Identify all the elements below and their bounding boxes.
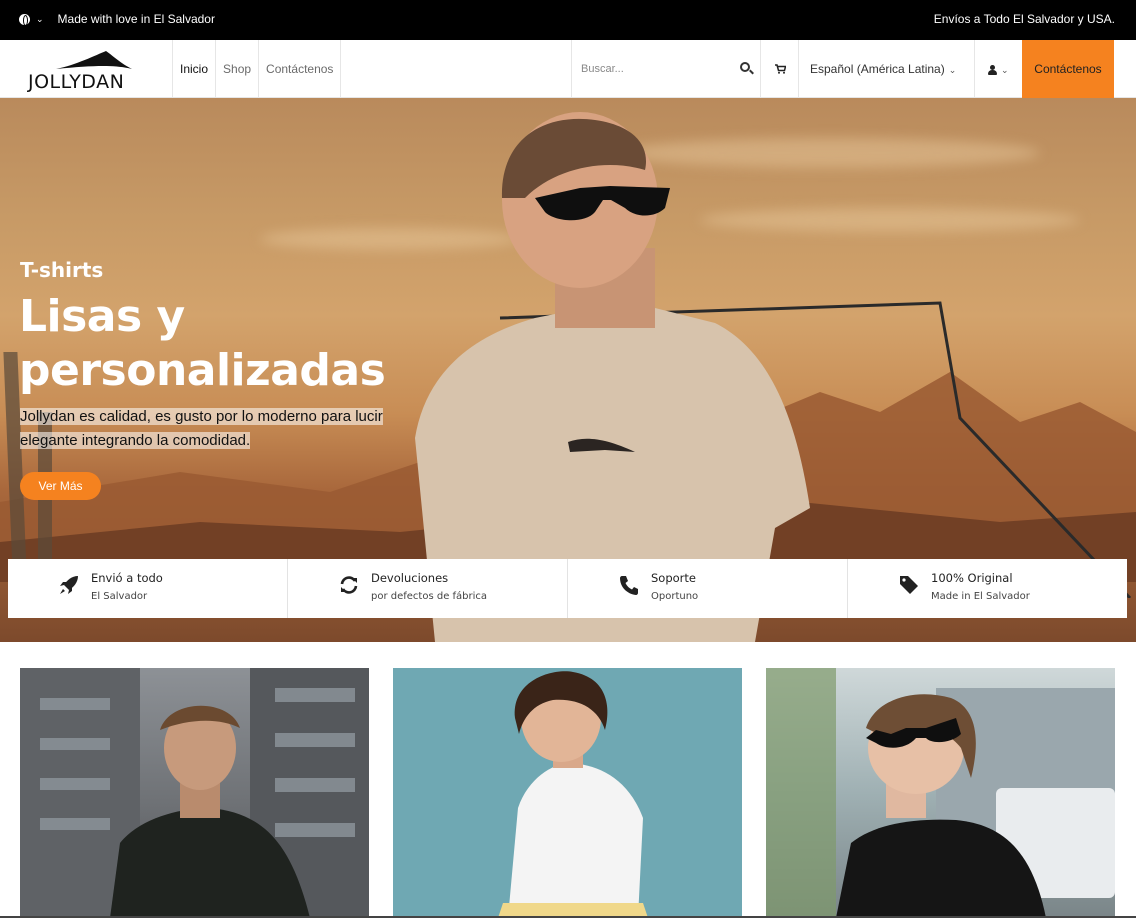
made-with-love-text: Made with love in El Salvador [57,12,215,26]
hero-title-line-2: personalizadas [19,345,386,396]
feature-title: Envió a todo [91,571,163,585]
feature-subtitle: Made in El Salvador [931,591,1030,602]
feature-title: 100% Original [931,571,1013,585]
brand-logo[interactable]: JOLLYDAN [28,51,148,93]
category-card-men[interactable] [20,668,369,918]
hero-description-line-1: Jollydan es calidad, es gusto por lo mod… [20,408,383,425]
chevron-down-icon: ⌄ [36,13,44,24]
cart-button[interactable] [761,40,799,98]
language-selector[interactable]: Español (América Latina) ⌄ [799,40,975,98]
search-box [571,40,761,98]
nav-link-contactenos[interactable]: Contáctenos [258,40,342,98]
category-card-women[interactable] [766,668,1115,918]
ver-mas-button[interactable]: Ver Más [20,472,101,500]
feature-subtitle: El Salvador [91,591,148,602]
rocket-icon [60,576,78,594]
feature-item: Soporte Oportuno [568,559,848,618]
feature-item: Envió a todo El Salvador [8,559,288,618]
refresh-icon [340,576,358,594]
hero-title-line-1: Lisas y [19,291,185,342]
contact-cta-button[interactable]: Contáctenos [1022,40,1114,98]
feature-subtitle: por defectos de fábrica [371,591,488,602]
phone-icon [620,576,638,595]
language-region-toggle[interactable]: ⌄ Made with love in El Salvador [19,12,215,26]
user-icon [988,64,997,75]
women-tshirt-photo [766,668,1115,918]
search-input[interactable] [581,59,731,79]
cart-icon [775,64,786,74]
category-card-kids[interactable] [393,668,742,918]
category-cards [20,668,1115,918]
tag-icon [900,576,918,594]
nav-link-inicio[interactable]: Inicio [172,40,215,98]
kids-tshirt-photo [498,671,648,918]
chevron-down-icon: ⌄ [1001,65,1009,75]
logo-mark-icon [56,51,132,69]
chevron-down-icon: ⌄ [948,65,957,75]
feature-item: Devoluciones por defectos de fábrica [288,559,568,618]
feature-subtitle: Oportuno [651,591,699,602]
language-label: Español (América Latina) [810,62,945,76]
men-tshirt-photo [20,668,369,918]
search-icon[interactable] [740,62,750,72]
user-menu[interactable]: ⌄ [975,40,1022,98]
feature-title: Devoluciones [371,571,449,585]
hero-title: Lisas y personalizadas [19,290,439,398]
primary-nav: Inicio Shop Contáctenos [172,40,342,98]
top-bar: ⌄ Made with love in El Salvador Envíos a… [0,0,1136,40]
feature-title: Soporte [651,571,696,585]
hero-description: Jollydan es calidad, es gusto por lo mod… [20,405,420,453]
nav-link-shop[interactable]: Shop [215,40,258,98]
brand-name: JOLLYDAN [28,71,125,93]
hero-description-line-2: elegante integrando la comodidad. [20,432,251,449]
features-strip: Envió a todo El Salvador Devoluciones po… [8,559,1127,618]
main-navbar: JOLLYDAN Inicio Shop Contáctenos Español… [0,40,1136,98]
globe-icon [19,13,30,26]
hero-eyebrow: T-shirts [20,258,104,282]
feature-item: 100% Original Made in El Salvador [848,559,1127,618]
shipping-notice: Envíos a Todo El Salvador y USA. [933,12,1115,26]
